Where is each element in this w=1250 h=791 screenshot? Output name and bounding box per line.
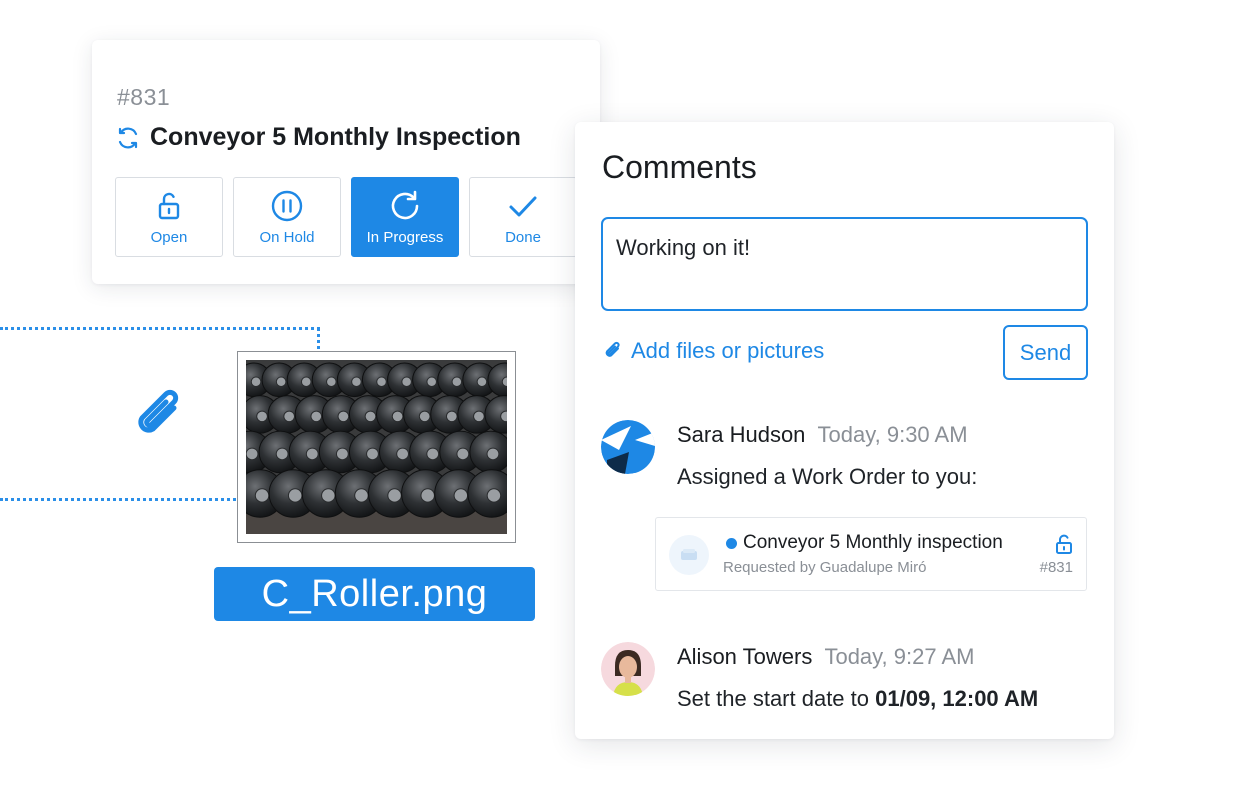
comments-title: Comments	[602, 149, 757, 185]
work-order-ref-title-row: Conveyor 5 Monthly inspection	[726, 532, 1003, 554]
work-order-ref-title: Conveyor 5 Monthly inspection	[743, 532, 1003, 553]
status-open-label: Open	[150, 228, 188, 246]
comment-author: Alison Towers	[677, 644, 813, 669]
add-files-link[interactable]: Add files or pictures	[603, 338, 824, 364]
image-thumbnail[interactable]	[237, 351, 516, 543]
work-order-card: #831 Conveyor 5 Monthly Inspection Open …	[92, 40, 600, 284]
status-selector: Open On Hold In Progress Done	[115, 177, 577, 257]
paperclip-icon	[138, 389, 179, 433]
comment-text: Set the start date to 01/09, 12:00 AM	[677, 686, 1038, 712]
file-name-chip[interactable]: C_Roller.png	[214, 567, 535, 621]
status-done-label: Done	[505, 228, 541, 246]
comment-date-value: 01/09, 12:00 AM	[875, 686, 1039, 711]
comment-text-prefix: Set the start date to	[677, 686, 876, 711]
check-icon	[509, 196, 537, 216]
comment-header: Alison Towers Today, 9:27 AM	[677, 644, 974, 670]
pause-icon	[271, 190, 303, 221]
status-in-progress-button[interactable]: In Progress	[351, 177, 459, 257]
send-button[interactable]: Send	[1003, 325, 1088, 380]
avatar	[601, 420, 655, 474]
comment-author: Sara Hudson	[677, 422, 806, 447]
recurring-icon	[118, 127, 138, 148]
comments-panel: Comments Add files or pictures Send Sara…	[575, 122, 1114, 739]
work-order-id: #831	[117, 84, 171, 110]
comment-time: Today, 9:30 AM	[817, 422, 968, 447]
status-dot	[726, 537, 737, 549]
status-done-button[interactable]: Done	[469, 177, 577, 257]
work-order-reference-card[interactable]: Conveyor 5 Monthly inspection Requested …	[655, 517, 1087, 591]
status-on-hold-label: On Hold	[259, 228, 315, 246]
roller-photo	[246, 360, 507, 534]
unlock-icon	[1056, 534, 1072, 554]
comment-input[interactable]	[601, 217, 1088, 311]
unlock-icon	[158, 192, 180, 219]
comment-text: Assigned a Work Order to you:	[677, 464, 978, 489]
status-open-button[interactable]: Open	[115, 177, 223, 257]
work-order-ref-requester: Requested by Guadalupe Miró	[723, 559, 927, 576]
avatar	[601, 642, 655, 696]
work-order-title-row: Conveyor 5 Monthly Inspection	[116, 123, 521, 152]
work-order-title: Conveyor 5 Monthly Inspection	[150, 123, 521, 151]
add-files-label: Add files or pictures	[631, 338, 825, 363]
refresh-icon	[391, 190, 419, 219]
comment-header: Sara Hudson Today, 9:30 AM	[677, 422, 968, 448]
work-order-ref-number: #831	[1039, 559, 1073, 576]
status-on-hold-button[interactable]: On Hold	[233, 177, 341, 257]
paperclip-icon	[605, 341, 620, 357]
status-in-progress-label: In Progress	[366, 228, 444, 246]
work-order-thumbnail	[669, 535, 709, 575]
comment-time: Today, 9:27 AM	[824, 644, 975, 669]
